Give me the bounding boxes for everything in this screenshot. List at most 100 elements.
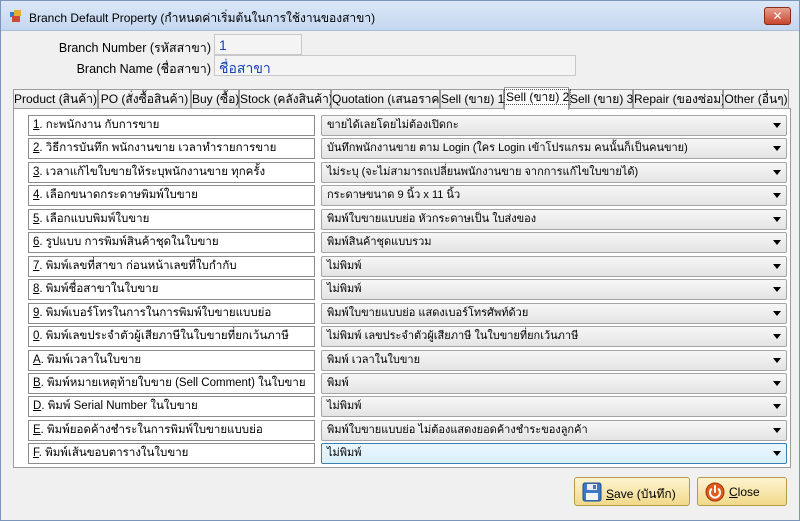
setting-dropdown[interactable]: ไม่พิมพ์ <box>321 396 787 418</box>
setting-text: . พิมพ์เลขประจำตัวผู้เสียภาษีในใบขายที่ย… <box>39 330 289 343</box>
setting-label: 1. กะพนักงาน กับการขาย <box>28 115 315 136</box>
tab-strip: Product (สินค้า) PO (สั่งซื้อสินค้า) Buy (… <box>13 87 791 110</box>
tab-label: Other (อื่นๆ) <box>724 92 788 106</box>
setting-label: D. พิมพ์ Serial Number ในใบขาย <box>28 396 315 418</box>
tab-label: Sell (ขาย) 3 <box>570 92 634 106</box>
setting-dropdown[interactable]: ไม่พิมพ์ <box>321 443 787 465</box>
tab-9[interactable]: Repair (ของซ่อม) <box>633 89 726 109</box>
setting-text: . เลือกขนาดกระดาษพิมพ์ใบขาย <box>39 189 198 202</box>
setting-label: A. พิมพ์เวลาในใบขาย <box>28 349 315 371</box>
setting-key: B <box>33 376 41 389</box>
tab-1[interactable]: Product (สินค้า) <box>13 89 98 109</box>
dropdown-value: พิมพ์ใบขายแบบย่อ แสดงเบอร์โทรศัพท์ด้วย <box>327 306 529 319</box>
tab-2[interactable]: PO (สั่งซื้อสินค้า) <box>98 89 191 109</box>
dropdown-arrow-icon <box>773 334 781 340</box>
dropdown-arrow-icon <box>773 263 781 269</box>
tab-7[interactable]: Sell (ขาย) 2 <box>503 87 572 110</box>
tab-label: Repair (ของซ่อม) <box>634 92 726 106</box>
dropdown-arrow-icon <box>773 357 781 363</box>
setting-text: . พิมพ์ชื่อสาขาในใบขาย <box>39 283 159 296</box>
branch-number-label: Branch Number (รหัสสาขา) <box>58 41 211 55</box>
setting-dropdown[interactable]: ไม่ระบุ (จะไม่สามารถเปลี่ยนพนักงานขาย จา… <box>321 161 787 183</box>
floppy-disk-icon <box>582 482 602 502</box>
dropdown-arrow-icon <box>773 240 781 246</box>
tab-label: Sell (ขาย) 1 <box>441 92 505 106</box>
tab-panel-sell-2: 1. กะพนักงาน กับการขาย ขายได้เลยโดยไม่ต้อ… <box>13 108 791 468</box>
setting-dropdown[interactable]: ขายได้เลยโดยไม่ต้องเปิดกะ <box>321 115 787 136</box>
close-icon: ✕ <box>772 9 783 23</box>
setting-dropdown[interactable]: บันทึกพนักงานขาย ตาม Login (ใคร Login เข… <box>321 138 787 160</box>
window-title: Branch Default Property (กำหนดค่าเริ่มต้… <box>29 11 376 25</box>
setting-text: . เวลาแก้ไขใบขายให้ระบุพนักงานขาย ทุกครั… <box>39 165 266 178</box>
setting-label: E. พิมพ์ยอดค้างชำระในการพิมพ์ใบขายแบบย่อ <box>28 419 315 441</box>
dropdown-value: ไม่ระบุ (จะไม่สามารถเปลี่ยนพนักงานขาย จา… <box>327 165 639 178</box>
close-button[interactable]: Close <box>697 477 787 506</box>
setting-text: . เลือกแบบพิมพ์ใบขาย <box>39 212 150 225</box>
setting-text: . กะพนักงาน กับการขาย <box>39 119 160 131</box>
tab-5[interactable]: Quotation (เสนอราคา) <box>331 89 450 109</box>
save-button-label: Save (บันทึก) <box>606 487 676 501</box>
dropdown-value: ไม่พิมพ์ <box>327 283 362 296</box>
dropdown-arrow-icon <box>773 451 781 457</box>
dropdown-value: ไม่พิมพ์ <box>327 259 362 272</box>
app-icon <box>10 10 21 22</box>
setting-dropdown[interactable]: พิมพ์ใบขายแบบย่อ แสดงเบอร์โทรศัพท์ด้วย <box>321 302 787 324</box>
setting-text: . พิมพ์เวลาในใบขาย <box>40 353 142 366</box>
setting-label: 7. พิมพ์เลขที่สาขา ก่อนหน้าเลขที่ใบกำกับ <box>28 255 315 277</box>
tab-label: Sell (ขาย) 2 <box>503 89 572 105</box>
dropdown-value: ขายได้เลยโดยไม่ต้องเปิดกะ <box>327 119 459 131</box>
dropdown-value: กระดาษขนาด 9 นิ้ว x 11 นิ้ว <box>327 189 461 202</box>
setting-text: . พิมพ์หมายเหตุท้ายใบขาย (Sell Comment) … <box>40 376 306 389</box>
branch-default-property-window: Branch Default Property (กำหนดค่าเริ่มต้… <box>0 0 800 521</box>
branch-number-field: 1 <box>214 34 302 55</box>
tab-10[interactable]: Other (อื่นๆ) <box>723 89 789 109</box>
dropdown-value: ไม่พิมพ์ เลขประจำตัวผู้เสียภาษี ในใบขายท… <box>327 330 579 343</box>
setting-dropdown[interactable]: พิมพ์ เวลาในใบขาย <box>321 349 787 371</box>
tab-6[interactable]: Sell (ขาย) 1 <box>440 89 504 109</box>
setting-key: A <box>33 353 41 366</box>
setting-label: 8. พิมพ์ชื่อสาขาในใบขาย <box>28 279 315 301</box>
dropdown-value: พิมพ์ <box>327 376 349 389</box>
tab-label: Product (สินค้า) <box>14 92 97 106</box>
setting-label: F. พิมพ์เส้นขอบตารางในใบขาย <box>28 443 315 465</box>
dropdown-value: ไม่พิมพ์ <box>327 447 362 460</box>
tab-8[interactable]: Sell (ขาย) 3 <box>569 89 633 109</box>
setting-dropdown[interactable]: ไม่พิมพ์ เลขประจำตัวผู้เสียภาษี ในใบขายท… <box>321 326 787 348</box>
save-button[interactable]: Save (บันทึก) <box>574 477 690 506</box>
setting-dropdown[interactable]: พิมพ์ใบขายแบบย่อ ไม่ต้องแสดงยอดค้างชำระข… <box>321 419 787 441</box>
power-icon <box>705 482 725 502</box>
dropdown-arrow-icon <box>773 287 781 293</box>
dropdown-value: พิมพ์สินค้าชุดแบบรวม <box>327 236 432 249</box>
dropdown-arrow-icon <box>773 123 781 128</box>
tab-label: PO (สั่งซื้อสินค้า) <box>100 92 189 106</box>
setting-dropdown[interactable]: พิมพ์ใบขายแบบย่อ หัวกระดาษเป็น ใบส่งของ <box>321 208 787 230</box>
setting-label: 3. เวลาแก้ไขใบขายให้ระบุพนักงานขาย ทุกคร… <box>28 161 315 183</box>
setting-dropdown[interactable]: กระดาษขนาด 9 นิ้ว x 11 นิ้ว <box>321 185 787 207</box>
dropdown-value: บันทึกพนักงานขาย ตาม Login (ใคร Login เข… <box>327 142 688 155</box>
setting-text: . พิมพ์เลขที่สาขา ก่อนหน้าเลขที่ใบกำกับ <box>39 259 237 272</box>
setting-label: 2. วิธีการบันทึก พนักงานขาย เวลาทำรายการ… <box>28 138 315 160</box>
setting-dropdown[interactable]: ไม่พิมพ์ <box>321 255 787 277</box>
window-close-button[interactable]: ✕ <box>764 7 791 25</box>
setting-label: 6. รูปแบบ การพิมพ์สินค้าชุดในใบขาย <box>28 232 315 254</box>
setting-label: 4. เลือกขนาดกระดาษพิมพ์ใบขาย <box>28 185 315 207</box>
tab-label: Stock (คลังสินค้า) <box>240 92 333 106</box>
setting-text: . วิธีการบันทึก พนักงานขาย เวลาทำรายการข… <box>39 142 277 155</box>
tab-3[interactable]: Buy (ซื้อ) <box>191 89 239 109</box>
dropdown-value: ไม่พิมพ์ <box>327 400 362 413</box>
title-bar: Branch Default Property (กำหนดค่าเริ่มต้… <box>1 1 799 31</box>
dropdown-arrow-icon <box>773 146 781 152</box>
branch-name-label: Branch Name (ชื่อสาขา) <box>76 62 211 76</box>
tab-4[interactable]: Stock (คลังสินค้า) <box>239 89 333 109</box>
setting-text: . พิมพ์เส้นขอบตารางในใบขาย <box>38 447 189 460</box>
tab-label: Quotation (เสนอราคา) <box>332 92 451 106</box>
dropdown-value: พิมพ์ใบขายแบบย่อ หัวกระดาษเป็น ใบส่งของ <box>327 212 537 225</box>
setting-dropdown[interactable]: พิมพ์สินค้าชุดแบบรวม <box>321 232 787 254</box>
setting-text: . พิมพ์เบอร์โทรในการในการพิมพ์ใบขายแบบย่… <box>39 306 272 319</box>
setting-label: 5. เลือกแบบพิมพ์ใบขาย <box>28 208 315 230</box>
setting-label: 0. พิมพ์เลขประจำตัวผู้เสียภาษีในใบขายที่… <box>28 326 315 348</box>
dropdown-arrow-icon <box>773 404 781 410</box>
setting-label: B. พิมพ์หมายเหตุท้ายใบขาย (Sell Comment)… <box>28 372 315 394</box>
setting-dropdown[interactable]: พิมพ์ <box>321 372 787 394</box>
setting-dropdown[interactable]: ไม่พิมพ์ <box>321 279 787 301</box>
